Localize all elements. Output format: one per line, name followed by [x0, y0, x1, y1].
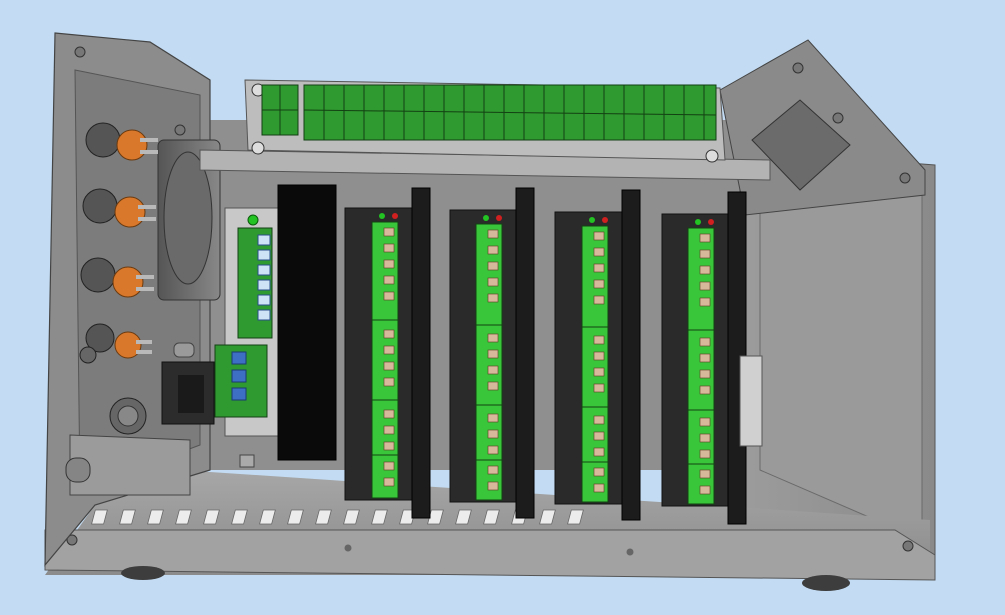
- psu-led: [247, 214, 259, 226]
- driver-1: [344, 187, 431, 519]
- cnc-controller-enclosure-render: [44, 32, 936, 591]
- connector-5: [109, 397, 147, 435]
- side-bracket: [739, 355, 763, 447]
- driver-4: [661, 191, 747, 525]
- breakout-board: [199, 79, 771, 181]
- power-supply-module: [214, 184, 337, 468]
- foot-right: [802, 575, 850, 591]
- driver-2: [449, 187, 535, 519]
- driver-3: [554, 189, 641, 521]
- heatsink: [277, 184, 337, 461]
- fan-blades: [163, 151, 213, 285]
- foot-left: [121, 566, 165, 580]
